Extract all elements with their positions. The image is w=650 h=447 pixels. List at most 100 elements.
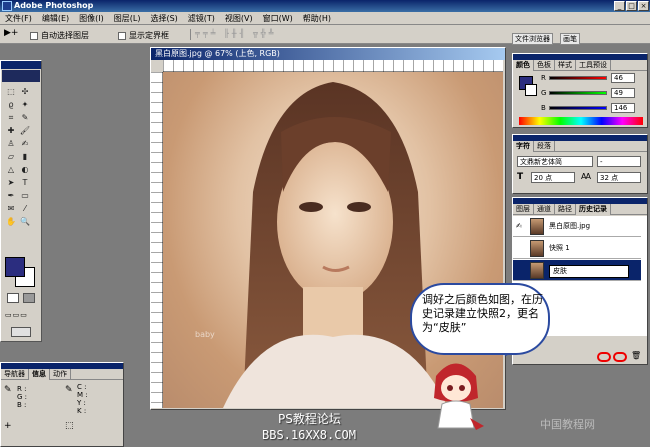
menu-file[interactable]: 文件(F) [0,12,37,25]
adobe-online-icon[interactable] [2,70,40,82]
history-rename-field[interactable]: 皮肤 [549,265,629,278]
hand-tool-icon[interactable]: ✋ [4,215,18,228]
menu-select[interactable]: 选择(S) [145,12,182,25]
snapshot-thumbnail [530,262,544,279]
red-label: R [541,74,546,82]
blue-label: B [541,104,546,112]
info-r-label: R : [17,385,27,393]
url-watermark: BBS.16XX8.COM [262,428,356,442]
minimize-button[interactable]: _ [614,1,625,11]
options-bar: ▶+ 自动选择图层 显示定界框 ╤╤╧ ╟╫╢ ╦╬╩ [0,25,510,44]
menu-filter[interactable]: 滤镜(T) [183,12,220,25]
menu-view[interactable]: 视图(V) [220,12,258,25]
foreground-color-fill[interactable] [5,257,25,277]
gradient-tool-icon[interactable]: ▮ [18,150,32,163]
screen-mode-icons[interactable]: ▭▭▭ [5,311,39,321]
align-buttons-group[interactable]: ╤╤╧ ╟╫╢ ╦╬╩ [190,29,300,40]
menu-image[interactable]: 图像(I) [74,12,109,25]
tab-layers[interactable]: 图层 [513,204,534,215]
tab-paths[interactable]: 路径 [555,204,576,215]
forum-watermark: PS教程论坛 [278,412,341,426]
tab-character[interactable]: 字符 [513,141,534,152]
close-button[interactable]: × [638,1,649,11]
tab-info[interactable]: 信息 [29,369,50,380]
lasso-tool-icon[interactable]: ϱ [4,98,18,111]
blue-value[interactable]: 146 [611,103,635,113]
menu-bar: 文件(F) 编辑(E) 图像(I) 图层(L) 选择(S) 滤镜(T) 视图(V) 窗口(W)… [0,12,650,25]
magic-wand-icon[interactable]: ✦ [18,98,32,111]
tab-history[interactable]: 历史记录 [576,204,611,215]
dodge-tool-icon[interactable]: ◐ [18,163,32,176]
show-bounds-checkbox[interactable] [118,31,126,40]
tab-swatches[interactable]: 色板 [534,60,555,71]
color-bg-swatch[interactable] [525,84,537,96]
tab-brushes[interactable]: 画笔 [560,33,580,45]
move-tool-icon[interactable]: ✣ [18,85,32,98]
tab-file-browser[interactable]: 文件浏览器 [512,33,553,45]
new-document-from-state-icon[interactable] [597,352,611,362]
delete-state-icon[interactable]: 🗑 [631,351,641,360]
font-family-select[interactable]: 文鼎新艺体简 [517,156,593,167]
clone-stamp-icon[interactable]: ♙ [4,137,18,150]
history-snapshot-row[interactable]: ✍ 黑白原图.jpg [513,216,641,237]
move-tool-icon[interactable]: ▶+ [4,28,18,38]
notes-tool-icon[interactable]: ✉ [4,202,18,215]
eyedropper-icon[interactable]: ⁄ [18,202,32,215]
quickmask-mode-icon[interactable] [23,293,35,303]
blue-slider[interactable] [549,106,607,110]
tool-palette-titlebar[interactable] [1,61,41,69]
auto-select-label: 自动选择图层 [41,31,89,40]
eyedropper-cmyk-icon: ✎ [65,385,73,395]
jump-to-imageready-icon[interactable] [11,327,31,337]
shape-tool-icon[interactable]: ▭ [18,189,32,202]
healing-brush-icon[interactable]: ✚ [4,124,18,137]
snapshot-thumbnail [530,240,544,257]
tab-color[interactable]: 颜色 [513,60,534,71]
app-title: Adobe Photoshop [14,1,94,10]
eraser-tool-icon[interactable]: ▱ [4,150,18,163]
color-ramp[interactable] [519,117,643,125]
history-snapshot-row[interactable]: 快照 1 [513,238,641,259]
history-brush-icon[interactable]: ✍ [18,137,32,150]
pen-tool-icon[interactable]: ✒ [4,189,18,202]
tab-navigator[interactable]: 导航器 [1,369,29,380]
standard-mode-icon[interactable] [7,293,19,303]
brush-tool-icon[interactable]: 🖌 [18,124,32,137]
font-size-field[interactable]: 20 点 [531,172,575,183]
tab-paragraph[interactable]: 段落 [534,141,555,152]
type-tool-icon[interactable]: T [18,176,32,189]
zoom-tool-icon[interactable]: 🔍 [18,215,32,228]
green-slider[interactable] [549,91,607,95]
horizontal-ruler[interactable] [163,60,503,72]
tab-channels[interactable]: 通道 [534,204,555,215]
create-snapshot-icon[interactable] [613,352,627,362]
green-label: G [541,89,547,97]
leading-field[interactable]: 32 点 [597,172,641,183]
photoshop-app-icon[interactable] [2,1,12,11]
menu-layer[interactable]: 图层(L) [109,12,146,25]
history-item-label: 快照 1 [549,244,570,252]
green-value[interactable]: 49 [611,88,635,98]
character-panel: 字符 段落 文鼎新艺体简 - T 20 点 Ꜳ 32 点 [512,134,648,194]
maximize-button[interactable]: □ [626,1,637,11]
font-style-select[interactable]: - [597,156,641,167]
red-value[interactable]: 46 [611,73,635,83]
info-y-label: Y : [77,399,86,407]
path-select-icon[interactable]: ➤ [4,176,18,189]
crop-tool-icon[interactable]: ⌗ [4,111,18,124]
tab-styles[interactable]: 样式 [555,60,576,71]
history-brush-source-icon[interactable]: ✍ [516,216,522,237]
menu-edit[interactable]: 编辑(E) [37,12,74,25]
blur-tool-icon[interactable]: △ [4,163,18,176]
marquee-tool-icon[interactable]: ⬚ [4,85,18,98]
history-snapshot-row-selected[interactable]: 皮肤 [513,260,641,281]
tab-tool-presets[interactable]: 工具预设 [576,60,611,71]
menu-help[interactable]: 帮助(H) [298,12,336,25]
vertical-ruler[interactable] [151,72,163,408]
document-titlebar[interactable]: 黑白原图.jpg @ 67% (上色, RGB) [151,48,505,60]
red-slider[interactable] [549,76,607,80]
tab-actions[interactable]: 动作 [50,369,71,380]
slice-tool-icon[interactable]: ✎ [18,111,32,124]
auto-select-checkbox[interactable] [30,31,38,40]
menu-window[interactable]: 窗口(W) [258,12,298,25]
